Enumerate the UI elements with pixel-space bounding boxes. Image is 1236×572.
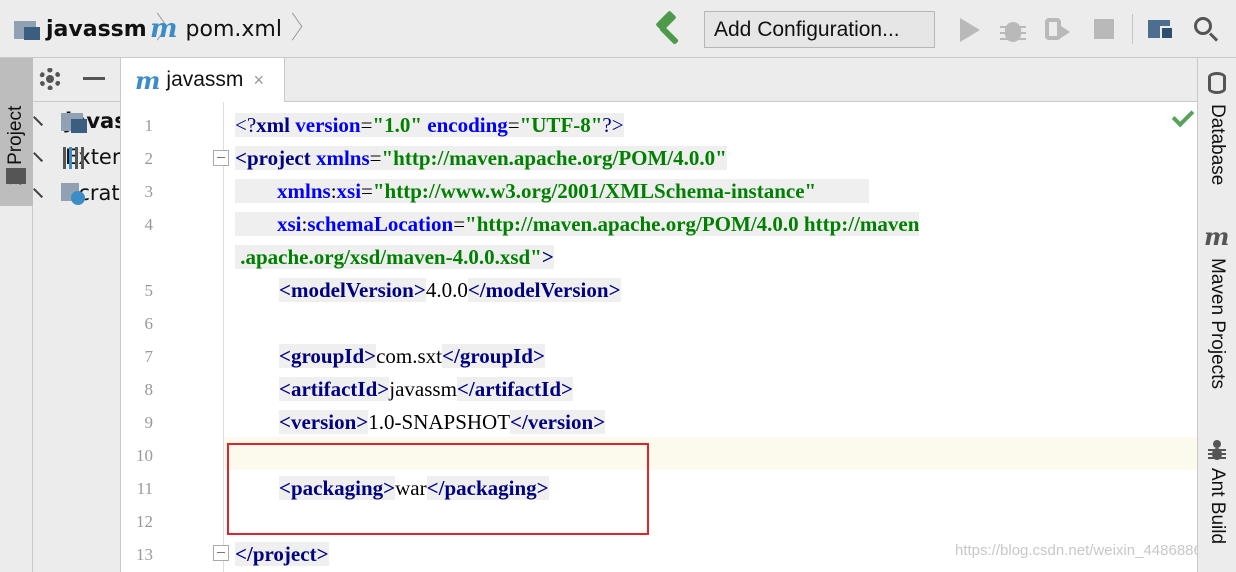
code-line-4[interactable]: xsi:schemaLocation="http://maven.apache.… xyxy=(235,209,920,239)
line-number: 9 xyxy=(144,413,154,432)
breadcrumb-file[interactable]: m pom.xml xyxy=(150,10,302,48)
add-configuration-button[interactable]: Add Configuration... xyxy=(704,11,935,48)
tab-pom-xml[interactable]: m javassm × xyxy=(121,58,285,102)
code-line-4-wrap[interactable]: .apache.org/xsd/maven-4.0.0.xsd"> xyxy=(235,242,554,272)
maven-projects-tool-tab[interactable]: Maven Projects xyxy=(1206,258,1228,389)
tab-label: javassm xyxy=(166,68,244,91)
watermark: https://blog.csdn.net/weixin_44868864 xyxy=(955,542,1211,559)
chevron-right-icon[interactable] xyxy=(33,188,43,198)
ant-build-tool-tab[interactable]: Ant Build xyxy=(1206,468,1228,544)
code-line-9[interactable]: <version>1.0-SNAPSHOT</version> xyxy=(279,407,606,437)
gutter-divider xyxy=(223,102,224,572)
line-number: 11 xyxy=(136,479,153,498)
highlight-box xyxy=(227,443,649,535)
hide-panel-icon[interactable] xyxy=(83,77,105,80)
gear-icon[interactable] xyxy=(39,68,61,90)
maven-icon[interactable]: m xyxy=(1204,222,1229,251)
tree-item-scratches[interactable]: Scratches and Consoles xyxy=(33,176,120,210)
folder-icon xyxy=(6,168,26,184)
project-structure-icon[interactable] xyxy=(1148,14,1178,44)
project-tool-tab[interactable]: 1: Project xyxy=(0,58,33,206)
database-icon[interactable] xyxy=(1208,72,1226,94)
fold-marker-icon[interactable] xyxy=(213,150,229,166)
chevron-right-icon[interactable] xyxy=(33,116,43,126)
ant-icon[interactable] xyxy=(1208,440,1226,460)
line-number-gutter xyxy=(121,102,223,572)
chevron-right-icon[interactable] xyxy=(33,152,43,162)
stop-icon[interactable] xyxy=(1090,14,1120,44)
line-number: 2 xyxy=(144,149,154,168)
line-number: 7 xyxy=(144,347,154,366)
breadcrumb-file-label: pom.xml xyxy=(185,16,282,42)
breadcrumb-separator-icon xyxy=(288,10,302,48)
tree-item-external-libraries[interactable]: External Libraries xyxy=(33,140,121,174)
editor-area: m javassm × 1 2 3 4 5 6 7 8 9 10 11 12 1… xyxy=(121,58,1210,572)
line-number: 13 xyxy=(136,545,153,564)
breadcrumb-project-label: javassm xyxy=(46,16,147,42)
breadcrumb-project[interactable]: javassm xyxy=(14,10,167,48)
project-panel: javassm External Libraries Scratches and… xyxy=(33,58,121,572)
database-tool-tab[interactable]: Database xyxy=(1206,104,1228,185)
line-number: 3 xyxy=(144,182,154,201)
code-line-5[interactable]: <modelVersion>4.0.0</modelVersion> xyxy=(279,275,621,305)
left-tool-strip: 1: Project xyxy=(0,58,33,572)
code-line-2[interactable]: <project xmlns="http://maven.apache.org/… xyxy=(235,143,727,173)
line-number: 5 xyxy=(144,281,154,300)
code-line-13[interactable]: </project> xyxy=(235,539,329,569)
code-line-8[interactable]: <artifactId>javassm</artifactId> xyxy=(279,374,573,404)
close-icon[interactable]: × xyxy=(253,70,264,91)
right-tool-strip: Database m Maven Projects Ant Build xyxy=(1197,58,1236,572)
maven-file-icon: m xyxy=(150,14,178,44)
maven-file-icon: m xyxy=(135,65,161,95)
code-line-7[interactable]: <groupId>com.sxt</groupId> xyxy=(279,341,545,371)
search-icon[interactable] xyxy=(1192,14,1222,44)
editor-tab-bar: m javassm × xyxy=(121,58,1197,102)
toolbar-divider xyxy=(1132,14,1133,44)
debug-icon[interactable] xyxy=(998,14,1028,44)
code-line-3[interactable]: xmlns:xsi="http://www.w3.org/2001/XMLSch… xyxy=(235,176,869,206)
line-number: 10 xyxy=(136,446,153,465)
line-number: 12 xyxy=(136,512,153,531)
line-number: 6 xyxy=(144,314,154,333)
line-number: 1 xyxy=(144,116,154,135)
build-hammer-icon[interactable] xyxy=(654,10,686,45)
folder-icon xyxy=(14,18,42,40)
line-number: 8 xyxy=(144,380,154,399)
project-panel-header xyxy=(33,58,120,102)
run-icon[interactable] xyxy=(956,14,986,44)
tree-item-project[interactable]: javassm xyxy=(33,104,120,138)
fold-marker-icon[interactable] xyxy=(213,545,229,561)
code-line-1[interactable]: <?xml version="1.0" encoding="UTF-8"?> xyxy=(235,110,624,140)
no-problems-check-icon xyxy=(1171,104,1195,128)
line-number: 4 xyxy=(144,215,154,234)
tree-item-label: External Libraries xyxy=(65,145,121,169)
run-with-coverage-icon[interactable] xyxy=(1042,14,1072,44)
navigation-bar: javassm m pom.xml Add Configuration... xyxy=(0,0,1236,58)
